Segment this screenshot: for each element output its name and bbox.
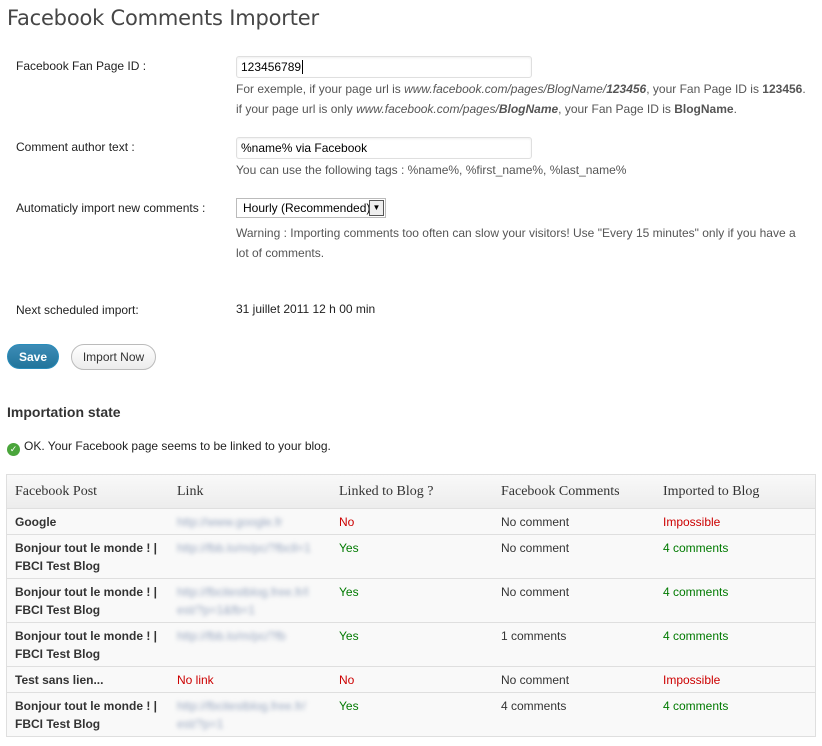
col-header-linked: Linked to Blog ? bbox=[331, 474, 493, 509]
table-row: Google http://www.google.fr No No commen… bbox=[6, 508, 816, 535]
auto-import-label: Automaticly import new comments : bbox=[16, 201, 206, 215]
page-title: Facebook Comments Importer bbox=[7, 6, 319, 30]
cell-imported: 4 comments bbox=[655, 692, 816, 737]
cell-link[interactable]: http://fbb.lo/m/pc/?fb bbox=[169, 622, 331, 667]
table-row: Bonjour tout le monde ! | FBCI Test Blog … bbox=[6, 622, 816, 667]
status-text: OK. Your Facebook page seems to be linke… bbox=[24, 439, 331, 453]
cell-link[interactable]: http://fbb.lo/m/pc/?fbcll=1 bbox=[169, 534, 331, 579]
table-row: Test sans lien... No link No No comment … bbox=[6, 666, 816, 693]
next-import-label: Next scheduled import: bbox=[16, 303, 139, 317]
posts-table: Facebook Post Link Linked to Blog ? Face… bbox=[6, 474, 816, 737]
author-help: You can use the following tags : %name%,… bbox=[236, 163, 627, 177]
table-header-row: Facebook Post Link Linked to Blog ? Face… bbox=[6, 474, 816, 509]
cell-linked: Yes bbox=[331, 692, 493, 737]
cell-post: Bonjour tout le monde ! | FBCI Test Blog bbox=[6, 534, 169, 579]
cell-imported: Impossible bbox=[655, 508, 816, 535]
fanpage-input-value: 123456789 bbox=[241, 60, 302, 74]
cell-post: Bonjour tout le monde ! | FBCI Test Blog bbox=[6, 578, 169, 623]
cell-post: Google bbox=[6, 508, 169, 535]
fanpage-label: Facebook Fan Page ID : bbox=[16, 59, 147, 73]
auto-import-selected: Hourly (Recommended) bbox=[243, 201, 371, 215]
cell-fb-comments: 1 comments bbox=[493, 622, 655, 667]
chevron-down-icon[interactable]: ▼ bbox=[369, 200, 384, 216]
cell-imported: 4 comments bbox=[655, 578, 816, 623]
cell-linked: No bbox=[331, 666, 493, 693]
cell-imported: 4 comments bbox=[655, 534, 816, 579]
check-circle-icon: ✓ bbox=[7, 443, 20, 456]
cell-linked: Yes bbox=[331, 534, 493, 579]
col-header-post: Facebook Post bbox=[6, 474, 169, 509]
save-button[interactable]: Save bbox=[7, 344, 59, 369]
auto-import-warning-2: lot of comments. bbox=[236, 246, 325, 260]
importation-state-heading: Importation state bbox=[7, 404, 121, 420]
cell-imported: Impossible bbox=[655, 666, 816, 693]
cell-link[interactable]: http://www.google.fr bbox=[169, 508, 331, 535]
table-row: Bonjour tout le monde ! | FBCI Test Blog … bbox=[6, 578, 816, 623]
cell-post: Bonjour tout le monde ! | FBCI Test Blog bbox=[6, 692, 169, 737]
cell-fb-comments: No comment bbox=[493, 666, 655, 693]
import-now-button[interactable]: Import Now bbox=[71, 344, 156, 370]
auto-import-select[interactable]: Hourly (Recommended) ▼ bbox=[236, 198, 386, 218]
col-header-fb-comments: Facebook Comments bbox=[493, 474, 655, 509]
cell-fb-comments: No comment bbox=[493, 508, 655, 535]
cell-post: Bonjour tout le monde ! | FBCI Test Blog bbox=[6, 622, 169, 667]
author-input-value: %name% via Facebook bbox=[241, 141, 368, 155]
cell-fb-comments: 4 comments bbox=[493, 692, 655, 737]
col-header-link: Link bbox=[169, 474, 331, 509]
fanpage-input[interactable]: 123456789 bbox=[236, 56, 532, 78]
table-row: Bonjour tout le monde ! | FBCI Test Blog … bbox=[6, 692, 816, 737]
cell-post: Test sans lien... bbox=[6, 666, 169, 693]
cell-linked: Yes bbox=[331, 578, 493, 623]
cell-fb-comments: No comment bbox=[493, 578, 655, 623]
auto-import-warning-1: Warning : Importing comments too often c… bbox=[236, 226, 796, 240]
cell-linked: Yes bbox=[331, 622, 493, 667]
cell-link: No link bbox=[169, 666, 331, 693]
fanpage-help-line-2: if your page url is only www.facebook.co… bbox=[236, 102, 737, 116]
cell-link[interactable]: http://fbcitestblog.free.fr/est/?p=1 bbox=[169, 692, 331, 737]
cell-fb-comments: No comment bbox=[493, 534, 655, 579]
author-label: Comment author text : bbox=[16, 140, 135, 154]
author-input[interactable]: %name% via Facebook bbox=[236, 137, 532, 159]
next-import-value: 31 juillet 2011 12 h 00 min bbox=[236, 302, 376, 316]
col-header-imported: Imported to Blog bbox=[655, 474, 816, 509]
fanpage-help-line-1: For exemple, if your page url is www.fac… bbox=[236, 82, 806, 96]
table-row: Bonjour tout le monde ! | FBCI Test Blog … bbox=[6, 534, 816, 579]
status-message: ✓ OK. Your Facebook page seems to be link… bbox=[7, 438, 331, 456]
cell-imported: 4 comments bbox=[655, 622, 816, 667]
cell-link[interactable]: http://fbcitestblog.free.fr/l est/?p=1&fb… bbox=[169, 578, 331, 623]
cell-linked: No bbox=[331, 508, 493, 535]
